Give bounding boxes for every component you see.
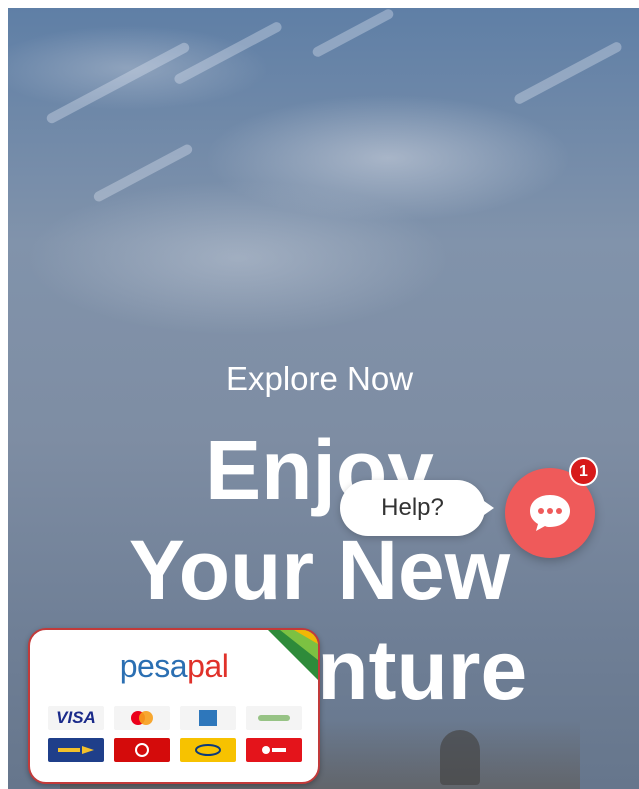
- mastercard-icon: [114, 706, 170, 730]
- visa-logo: VISA: [48, 706, 104, 730]
- rock-silhouette: [440, 730, 480, 785]
- hero-kicker: Explore Now: [225, 360, 414, 397]
- pesapal-logo-part1: pesa: [119, 648, 188, 684]
- payment-methods-row-2: [48, 738, 302, 762]
- chat-icon: [530, 495, 570, 531]
- mtn-icon: [180, 738, 236, 762]
- amex-icon: [180, 706, 236, 730]
- mpesa-icon: [246, 706, 302, 730]
- help-bubble[interactable]: Help?: [340, 480, 494, 536]
- pesapal-logo-part2: pal: [187, 648, 229, 684]
- equitel-icon: [48, 738, 104, 762]
- pesapal-payment-card[interactable]: pesapal VISA: [28, 628, 320, 784]
- airtel-icon: [246, 738, 302, 762]
- pesapal-logo: pesapal: [30, 648, 318, 685]
- notification-badge: 1: [569, 457, 598, 486]
- vodafone-icon: [114, 738, 170, 762]
- help-bubble-text: Help?: [381, 494, 444, 521]
- payment-methods-row-1: VISA: [48, 706, 302, 730]
